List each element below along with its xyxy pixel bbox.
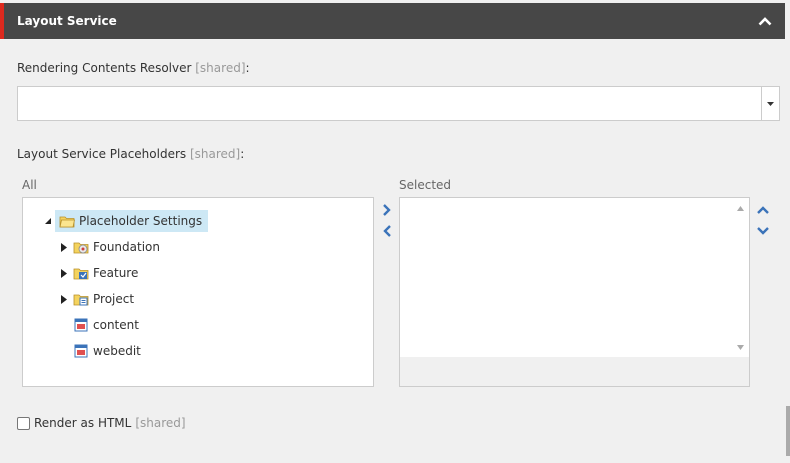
- expand-triangle-icon[interactable]: [57, 262, 71, 284]
- all-items-tree[interactable]: Placeholder Settings Foundation Feature …: [22, 197, 374, 387]
- placeholders-label-text: Layout Service Placeholders: [17, 147, 187, 161]
- tree-root-row[interactable]: Placeholder Settings: [41, 210, 209, 232]
- scroll-up-arrow-icon[interactable]: [736, 204, 744, 212]
- section-header[interactable]: Layout Service: [0, 3, 785, 39]
- render-html-shared-tag: [shared]: [135, 416, 186, 430]
- tree-root-item[interactable]: Placeholder Settings: [55, 210, 209, 232]
- selected-items-list[interactable]: [400, 198, 749, 357]
- selected-items-box[interactable]: [399, 197, 750, 387]
- placeholders-shared-tag: [shared]: [189, 147, 241, 161]
- render-html-row: Render as HTML [shared]: [17, 416, 186, 430]
- section-title: Layout Service: [17, 14, 117, 28]
- resolver-label-colon: :: [245, 61, 250, 75]
- foundation-folder-icon: [73, 239, 89, 255]
- resolver-label-text: Rendering Contents Resolver: [17, 61, 192, 75]
- placeholders-label-colon: :: [240, 147, 245, 161]
- remove-left-arrow-icon[interactable]: [380, 224, 394, 238]
- dropdown-arrow-icon[interactable]: [761, 87, 779, 120]
- resolver-shared-tag: [shared]: [195, 61, 246, 75]
- folder-icon: [59, 213, 75, 229]
- tree-item-project[interactable]: Project: [57, 288, 134, 310]
- expand-triangle-icon[interactable]: [57, 236, 71, 258]
- resolver-label: Rendering Contents Resolver [shared]:: [17, 61, 250, 75]
- add-right-arrow-icon[interactable]: [380, 203, 394, 217]
- tree-item-content[interactable]: content: [71, 314, 139, 336]
- tree-item-label: Foundation: [93, 240, 160, 254]
- tree-item-foundation[interactable]: Foundation: [57, 236, 160, 258]
- scroll-down-arrow-icon[interactable]: [736, 343, 744, 351]
- tree-item-label: webedit: [93, 344, 141, 358]
- all-column-label: All: [22, 178, 37, 192]
- move-up-chevron-icon[interactable]: [756, 203, 770, 217]
- render-html-checkbox[interactable]: [17, 416, 30, 430]
- resolver-select[interactable]: [17, 86, 780, 121]
- render-html-label: Render as HTML: [34, 416, 132, 430]
- selected-column-label: Selected: [399, 178, 452, 192]
- tree-item-label: Project: [93, 292, 135, 306]
- placeholders-label: Layout Service Placeholders [shared]:: [17, 147, 244, 161]
- chevron-up-icon[interactable]: [757, 13, 773, 29]
- tree-item-webedit[interactable]: webedit: [71, 340, 141, 362]
- feature-folder-icon: [73, 265, 89, 281]
- tree-item-feature[interactable]: Feature: [57, 262, 138, 284]
- placeholder-icon: [73, 343, 89, 359]
- placeholder-icon: [73, 317, 89, 333]
- tree-root-label: Placeholder Settings: [79, 214, 203, 228]
- page-scrollbar[interactable]: [786, 406, 790, 456]
- expand-triangle-icon[interactable]: [57, 288, 71, 310]
- tree-item-label: Feature: [93, 266, 139, 280]
- tree-item-label: content: [93, 318, 139, 332]
- move-down-chevron-icon[interactable]: [756, 224, 770, 238]
- project-folder-icon: [73, 291, 89, 307]
- collapse-triangle-icon[interactable]: [41, 210, 55, 232]
